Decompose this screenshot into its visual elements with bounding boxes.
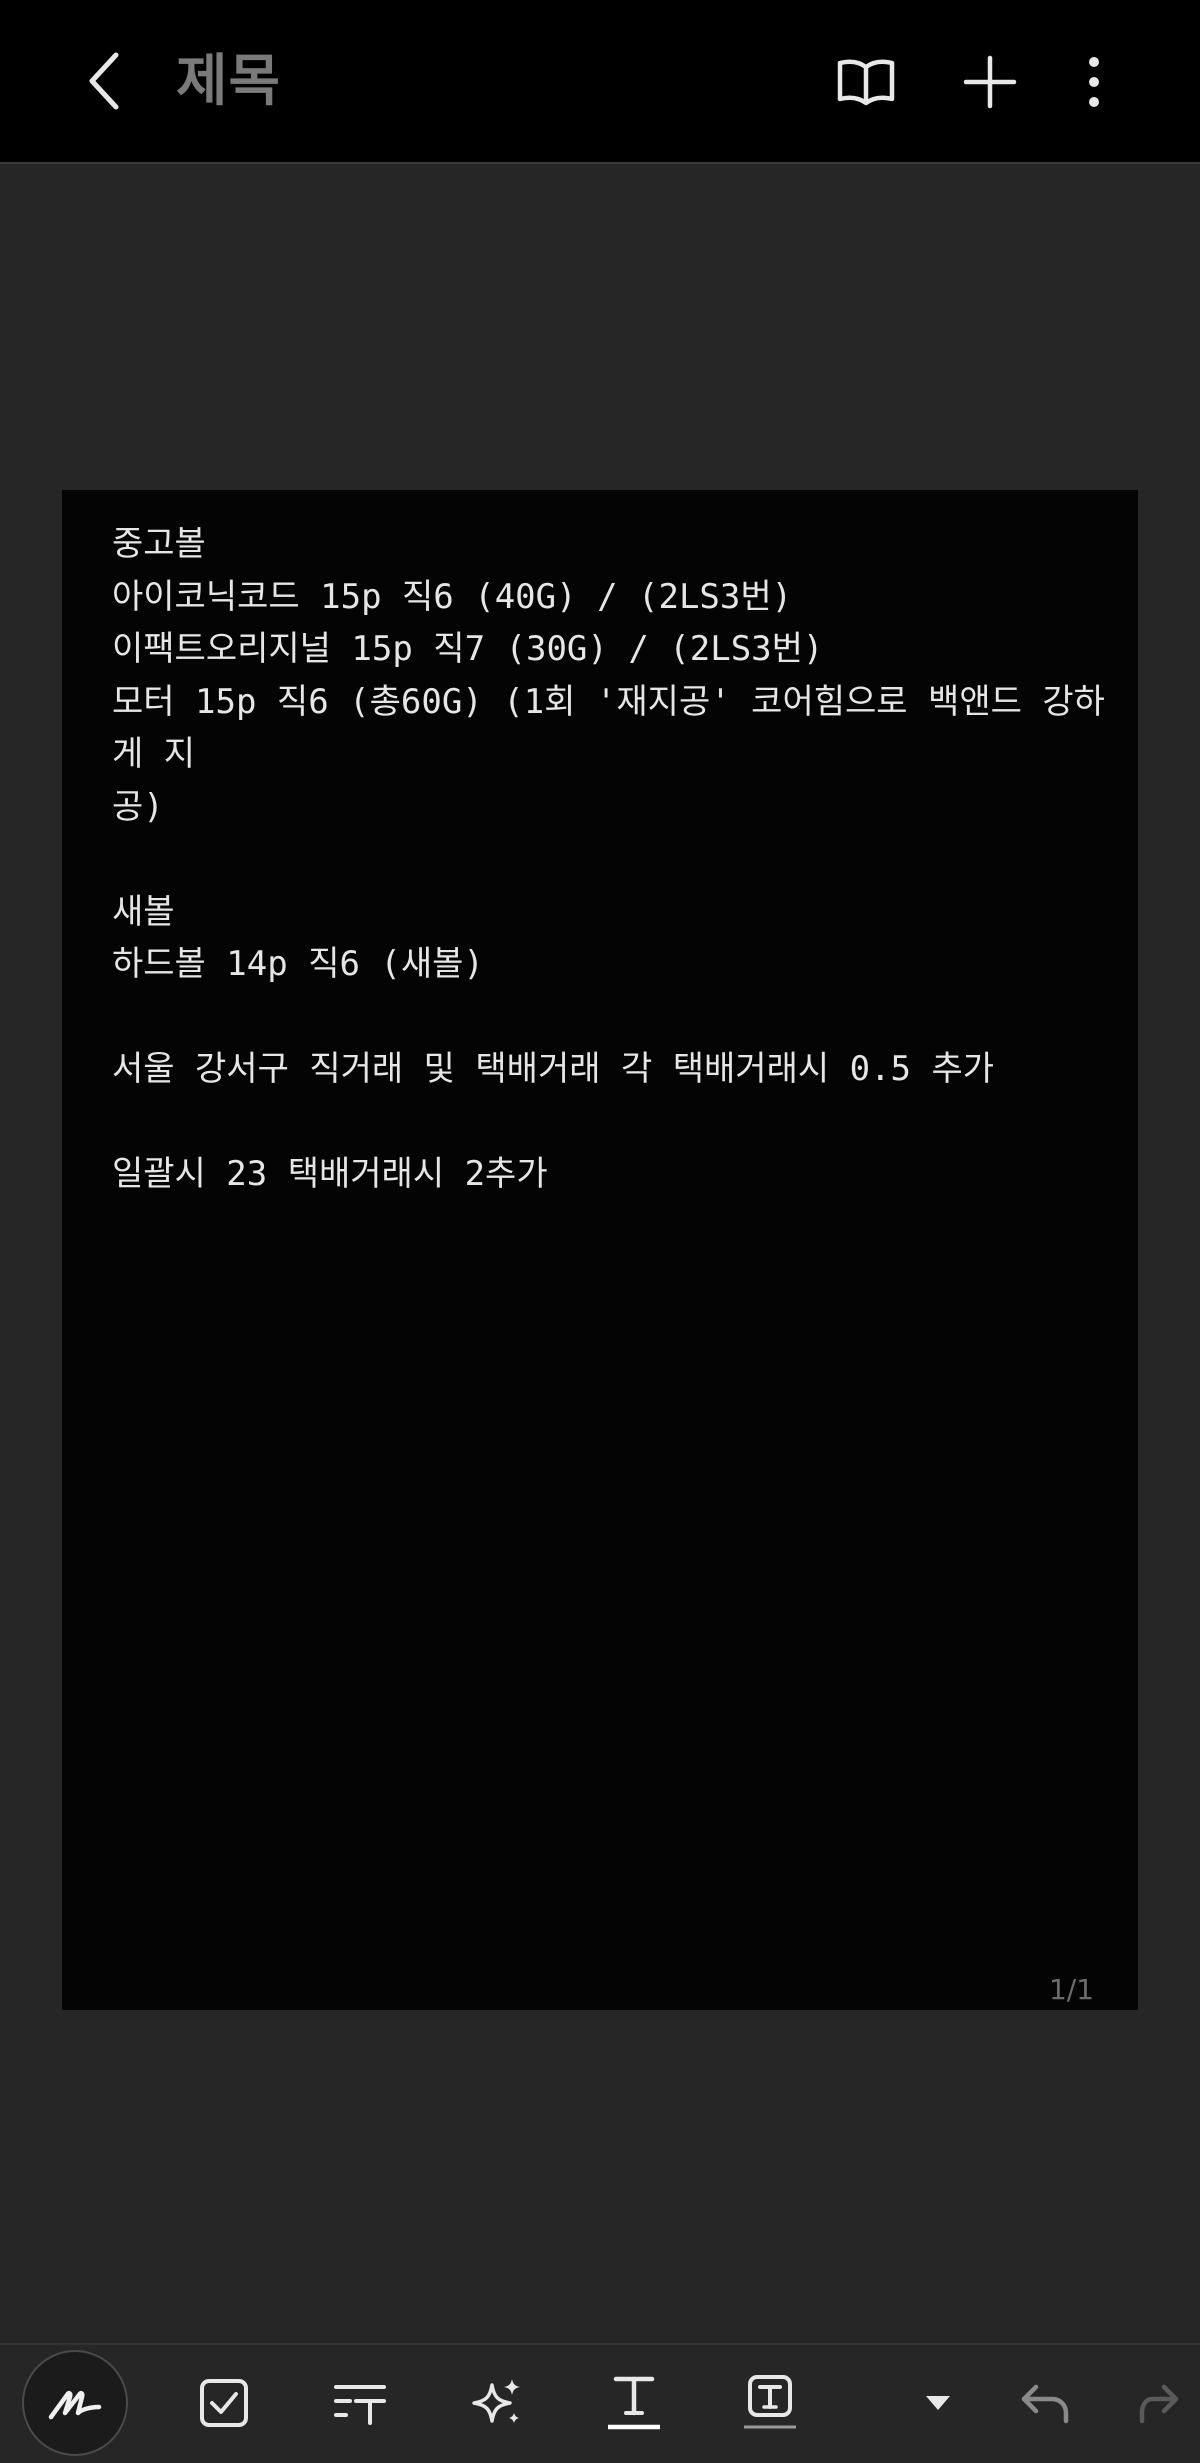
- note-title[interactable]: 제목: [176, 44, 281, 120]
- text-style-icon: [608, 2376, 660, 2430]
- undo-icon: [1021, 2384, 1069, 2424]
- reading-mode-button[interactable]: [826, 42, 906, 122]
- redo-icon: [1139, 2384, 1179, 2424]
- top-app-bar: 제목: [0, 0, 1200, 164]
- open-book-icon: [837, 59, 895, 106]
- text-style-tool-button[interactable]: [584, 2353, 684, 2453]
- text-format-tool-button[interactable]: [310, 2353, 410, 2453]
- redo-button[interactable]: [1120, 2353, 1200, 2453]
- checkbox-icon: [200, 2379, 248, 2427]
- note-page[interactable]: 중고볼 아이코닉코드 15p 직6 (40G) / (2LS3번) 이팩트오리지…: [62, 490, 1138, 2010]
- ai-sparkle-icon: [472, 2379, 520, 2423]
- dropdown-icon: [926, 2396, 950, 2410]
- text-box-tool-button[interactable]: [720, 2353, 820, 2453]
- pen-icon: [48, 2391, 102, 2420]
- add-page-button[interactable]: [950, 42, 1030, 122]
- page-indicator: 1/1: [1048, 1973, 1094, 2006]
- notes-app: 제목 중고볼 아이코닉코드 15p 직6 (40G) / (2LS3번) 이팩트…: [0, 0, 1200, 2463]
- ai-assist-tool-button[interactable]: [446, 2353, 546, 2453]
- note-body-text[interactable]: 중고볼 아이코닉코드 15p 직6 (40G) / (2LS3번) 이팩트오리지…: [112, 518, 1112, 1201]
- text-box-icon: [744, 2375, 796, 2429]
- text-format-icon: [334, 2385, 386, 2425]
- checkbox-tool-button[interactable]: [174, 2353, 274, 2453]
- bottom-toolbar: [0, 2343, 1200, 2463]
- undo-button[interactable]: [994, 2353, 1094, 2453]
- back-button[interactable]: [72, 42, 136, 120]
- more-vertical-icon: [1089, 57, 1099, 107]
- plus-icon: [963, 55, 1017, 109]
- more-options-button[interactable]: [1054, 42, 1134, 122]
- pen-tool-button[interactable]: [22, 2350, 128, 2456]
- chevron-left-icon: [89, 52, 119, 110]
- more-tools-dropdown[interactable]: [888, 2353, 988, 2453]
